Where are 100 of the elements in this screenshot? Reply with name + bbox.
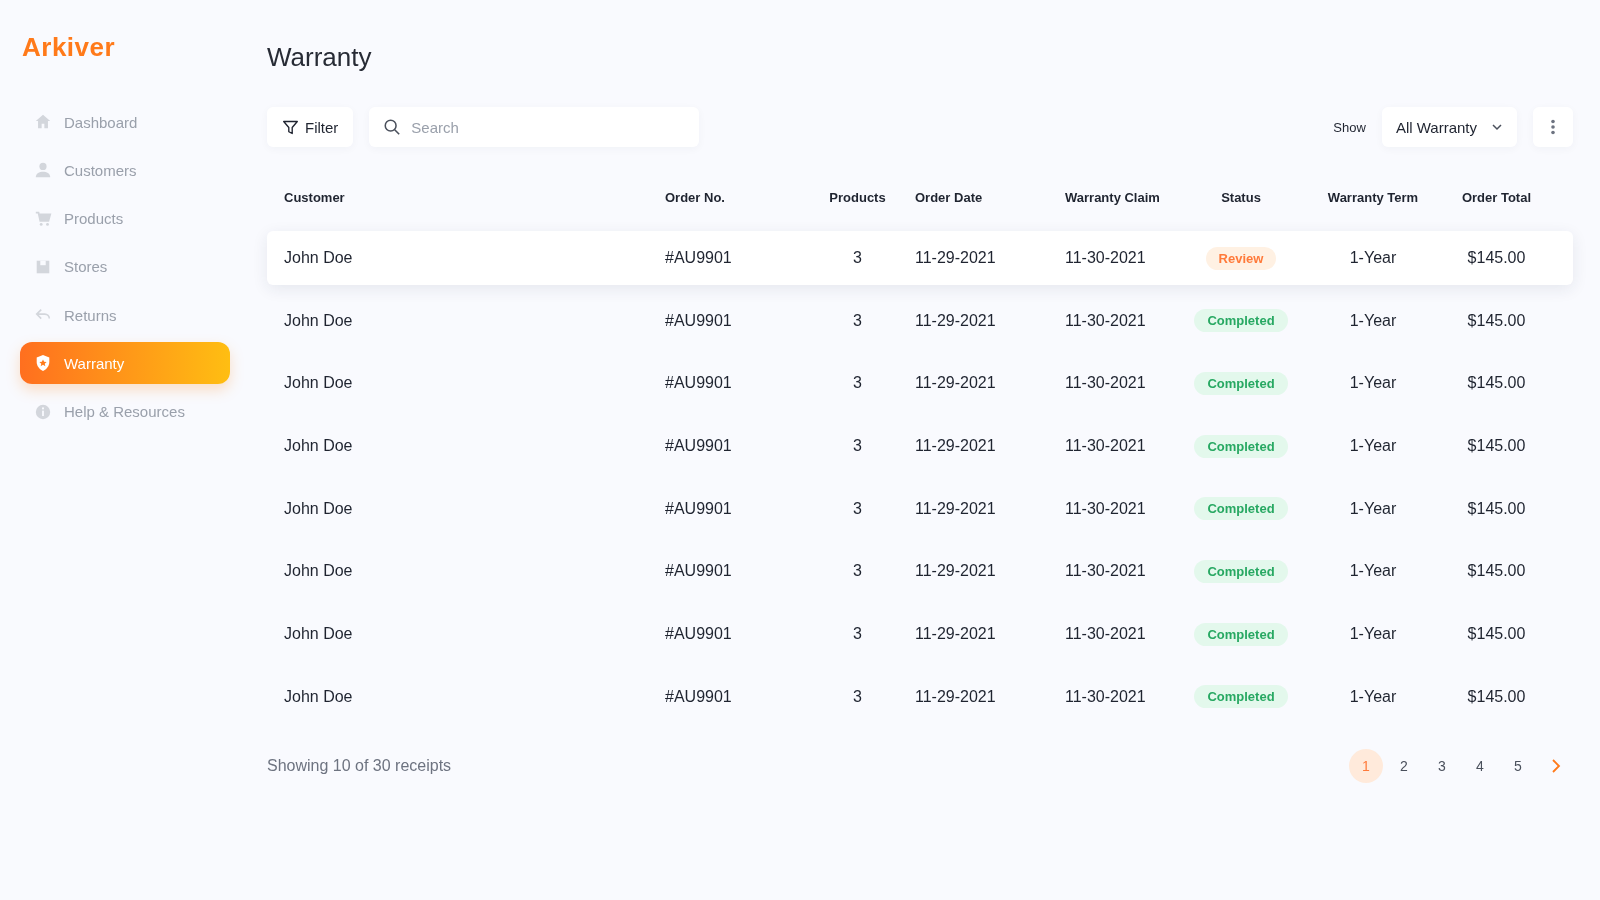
customer-cell-text: John Doe	[284, 562, 354, 581]
page-button[interactable]: 4	[1463, 748, 1497, 783]
search-icon	[383, 118, 402, 136]
logo: Arkiver	[22, 32, 117, 63]
warranty-term-cell-text: 1-Year	[1348, 437, 1398, 456]
order-total-cell-text: $145.00	[1466, 499, 1527, 518]
shield-icon	[34, 354, 52, 373]
warranty-claim-cell-text: 11-30-2021	[1064, 311, 1147, 330]
column-header: Customer	[284, 189, 346, 205]
order-total-cell-text: $145.00	[1466, 625, 1527, 644]
order-number-cell-text: #AU9901	[665, 687, 733, 706]
customer-cell-text: John Doe	[284, 311, 354, 330]
status-badge: Completed	[1194, 622, 1288, 646]
order-date-cell-text: 11-29-2021	[915, 311, 997, 330]
products-cell-text: 3	[852, 374, 863, 393]
order-number-cell-text: #AU9901	[665, 437, 733, 456]
results-summary: Showing 10 of 30 receipts	[267, 756, 453, 775]
order-date-cell-text: 11-29-2021	[915, 562, 997, 581]
warranty-term-cell-text: 1-Year	[1348, 311, 1398, 330]
order-number-cell-text: #AU9901	[665, 625, 733, 644]
user-icon	[34, 161, 52, 180]
warranty-claim-cell-text: 11-30-2021	[1064, 562, 1147, 581]
search-field[interactable]: Search	[369, 107, 700, 147]
filter-icon	[282, 118, 299, 136]
order-date-cell-text: 11-29-2021	[915, 625, 997, 644]
warranty-claim-cell-text: 11-30-2021	[1064, 625, 1147, 644]
status-badge: Completed	[1194, 559, 1288, 583]
table-row[interactable]: John Doe #AU9901 3 11-29-2021 11-30-2021 Completed 1-Year $145.00	[267, 356, 1573, 411]
status-badge: Completed	[1194, 371, 1288, 395]
order-total-cell-text: $145.00	[1466, 562, 1527, 581]
warranty-term-cell-text: 1-Year	[1348, 562, 1398, 581]
warranty-claim-cell-text: 11-30-2021	[1064, 499, 1147, 518]
column-header: Warranty Term	[1326, 189, 1420, 205]
order-date-cell-text: 11-29-2021	[915, 374, 997, 393]
customer-cell-text: John Doe	[284, 437, 354, 456]
table-row[interactable]: John Doe #AU9901 3 11-29-2021 11-30-2021 Completed 1-Year $145.00	[267, 293, 1573, 348]
column-header: Products	[828, 189, 887, 205]
status-badge: Completed	[1194, 434, 1288, 458]
order-number-cell-text: #AU9901	[665, 499, 733, 518]
order-total-cell-text: $145.00	[1466, 249, 1527, 267]
table-row[interactable]: John Doe #AU9901 3 11-29-2021 11-30-2021 Completed 1-Year $145.00	[267, 481, 1573, 536]
more-button[interactable]	[1533, 107, 1573, 147]
table-row[interactable]: John Doe #AU9901 3 11-29-2021 11-30-2021 Completed 1-Year $145.00	[267, 607, 1573, 662]
warranty-term-cell-text: 1-Year	[1348, 249, 1398, 267]
order-total-cell-text: $145.00	[1466, 687, 1527, 706]
cart-icon	[34, 209, 52, 228]
order-number-cell-text: #AU9901	[665, 562, 733, 581]
warranty-term-cell-text: 1-Year	[1348, 499, 1398, 518]
order-total-cell-text: $145.00	[1466, 437, 1527, 456]
table-row[interactable]: John Doe #AU9901 3 11-29-2021 11-30-2021 Completed 1-Year $145.00	[267, 544, 1573, 599]
chevron-right-icon	[1551, 758, 1561, 773]
warranty-dropdown[interactable]: All Warranty	[1381, 107, 1517, 147]
order-number-cell-text: #AU9901	[665, 311, 733, 330]
products-cell-text: 3	[852, 687, 863, 706]
products-cell-text: 3	[852, 311, 863, 330]
order-total-cell-text: $145.00	[1466, 374, 1527, 393]
chevron-down-icon	[1491, 121, 1503, 133]
products-cell-text: 3	[852, 625, 863, 644]
more-vertical-icon	[1550, 119, 1556, 135]
column-header: Order Total	[1460, 189, 1533, 205]
column-header: Status	[1220, 189, 1262, 205]
page-title: Warranty	[267, 42, 373, 73]
status-badge: Review	[1205, 246, 1277, 270]
info-icon	[34, 402, 52, 421]
products-cell-text: 3	[852, 437, 863, 456]
warranty-term-cell-text: 1-Year	[1348, 625, 1398, 644]
status-badge: Completed	[1194, 685, 1288, 709]
show-label: Show	[1333, 119, 1366, 135]
status-badge: Completed	[1194, 309, 1288, 333]
column-header: Order No.	[665, 189, 726, 205]
table-row[interactable]: John Doe #AU9901 3 11-29-2021 11-30-2021 Completed 1-Year $145.00	[267, 669, 1573, 724]
filter-button[interactable]: Filter	[267, 107, 354, 147]
order-total-cell-text: $145.00	[1466, 311, 1527, 330]
warranty-term-cell-text: 1-Year	[1348, 687, 1398, 706]
order-date-cell-text: 11-29-2021	[915, 499, 997, 518]
order-date-cell-text: 11-29-2021	[915, 249, 997, 267]
page-button[interactable]: 2	[1387, 748, 1421, 783]
warranty-claim-cell-text: 11-30-2021	[1064, 374, 1147, 393]
status-badge: Completed	[1194, 497, 1288, 521]
table-row[interactable]: John Doe #AU9901 3 11-29-2021 11-30-2021 Review 1-Year $145.00	[267, 231, 1573, 285]
order-number-cell-text: #AU9901	[665, 374, 733, 393]
customer-cell-text: John Doe	[284, 374, 354, 393]
customer-cell-text: John Doe	[284, 499, 354, 518]
customer-cell-text: John Doe	[284, 687, 354, 706]
order-date-cell-text: 11-29-2021	[915, 437, 997, 456]
page-button[interactable]: 5	[1501, 748, 1535, 783]
warranty-claim-cell-text: 11-30-2021	[1064, 687, 1147, 706]
order-date-cell-text: 11-29-2021	[915, 687, 997, 706]
order-number-cell-text: #AU9901	[665, 249, 733, 267]
warranty-term-cell-text: 1-Year	[1348, 374, 1398, 393]
customer-cell-text: John Doe	[284, 625, 354, 644]
warranty-claim-cell-text: 11-30-2021	[1064, 437, 1147, 456]
table-row[interactable]: John Doe #AU9901 3 11-29-2021 11-30-2021 Completed 1-Year $145.00	[267, 419, 1573, 474]
products-cell-text: 3	[852, 499, 863, 518]
products-cell-text: 3	[852, 562, 863, 581]
column-header: Order Date	[915, 189, 984, 205]
page-button[interactable]: 3	[1425, 748, 1459, 783]
home-icon	[34, 113, 52, 131]
customer-cell-text: John Doe	[284, 249, 354, 267]
warranty-claim-cell-text: 11-30-2021	[1064, 249, 1147, 267]
